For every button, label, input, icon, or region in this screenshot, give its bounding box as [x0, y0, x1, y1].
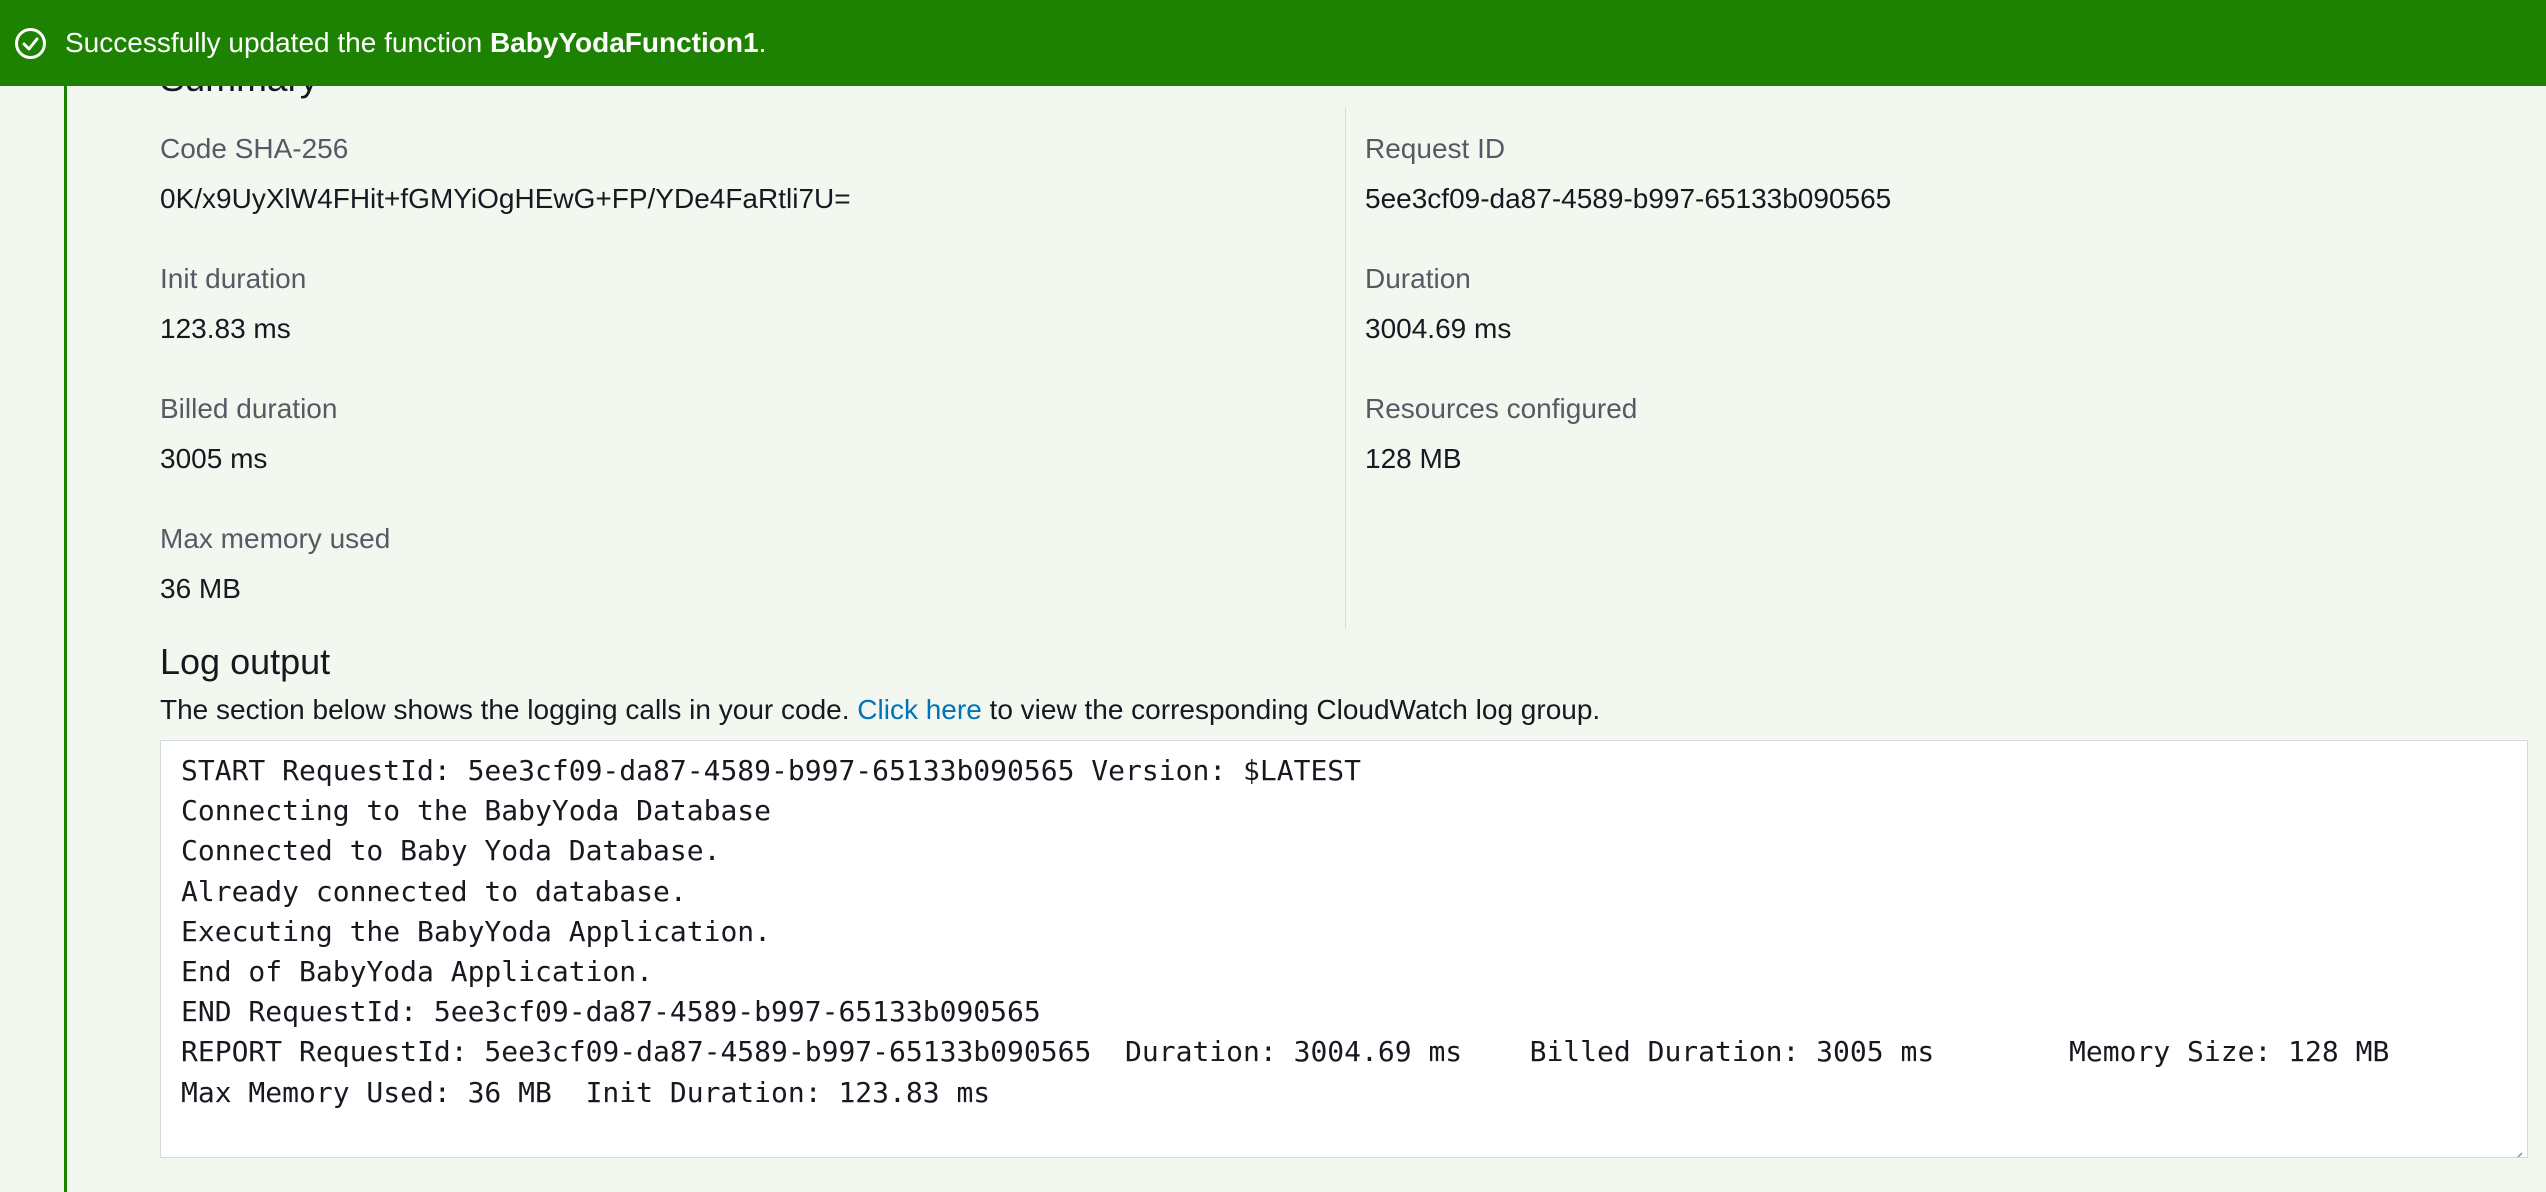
duration-field: Duration 3004.69 ms: [1365, 238, 2465, 368]
banner-function-name: BabyYodaFunction1: [489, 27, 759, 58]
code-sha256-value: 0K/x9UyXlW4FHit+fGMYiOgHEwG+FP/YDe4FaRtl…: [160, 183, 851, 214]
log-line: Connecting to the BabyYoda Database: [181, 794, 772, 828]
cloudwatch-link[interactable]: Click here: [857, 694, 981, 725]
log-line: Executing the BabyYoda Application.: [181, 914, 772, 948]
resources-configured-label: Resources configured: [1365, 393, 1638, 424]
duration-value: 3004.69 ms: [1365, 313, 1512, 344]
billed-duration-value: 3005 ms: [160, 443, 268, 474]
left-accent-bar: [64, 0, 67, 1192]
log-desc-suffix: to view the corresponding CloudWatch log…: [981, 694, 1601, 725]
log-line: Connected to Baby Yoda Database.: [181, 834, 721, 868]
resize-handle-icon[interactable]: [2507, 1137, 2523, 1157]
code-sha256-label: Code SHA-256: [160, 133, 349, 164]
log-line: END RequestId: 5ee3cf09-da87-4589-b997-6…: [181, 995, 1041, 1029]
page: Summary Successfully updated the functio…: [0, 0, 2546, 1192]
request-id-value: 5ee3cf09-da87-4589-b997-65133b090565: [1365, 183, 1892, 214]
log-line: Max Memory Used: 36 MB Init Duration: 12…: [181, 1075, 991, 1109]
summary-right-column: Request ID 5ee3cf09-da87-4589-b997-65133…: [1365, 108, 2465, 498]
duration-label: Duration: [1365, 263, 1471, 294]
billed-duration-label: Billed duration: [160, 393, 338, 424]
log-output-title: Log output: [160, 641, 331, 682]
banner-message-suffix: .: [758, 27, 767, 58]
log-line: REPORT RequestId: 5ee3cf09-da87-4589-b99…: [181, 1035, 2390, 1069]
log-line: Already connected to database.: [181, 874, 687, 908]
log-line: End of BabyYoda Application.: [181, 955, 654, 989]
request-id-field: Request ID 5ee3cf09-da87-4589-b997-65133…: [1365, 108, 2465, 238]
max-memory-used-value: 36 MB: [160, 573, 241, 604]
column-divider: [1345, 108, 1346, 628]
max-memory-used-label: Max memory used: [160, 523, 391, 554]
banner-message-prefix: Successfully updated the function: [65, 27, 490, 58]
resources-configured-field: Resources configured 128 MB: [1365, 368, 2465, 498]
banner-message: Successfully updated the function BabyYo…: [65, 26, 766, 60]
log-output-description: The section below shows the logging call…: [160, 692, 1600, 728]
max-memory-used-field: Max memory used 36 MB: [160, 498, 1340, 628]
check-circle-icon: [14, 27, 47, 60]
log-desc-prefix: The section below shows the logging call…: [160, 694, 858, 725]
log-output-textarea[interactable]: START RequestId: 5ee3cf09-da87-4589-b997…: [160, 740, 2528, 1158]
summary-left-column: Code SHA-256 0K/x9UyXlW4FHit+fGMYiOgHEwG…: [160, 108, 1340, 628]
summary-grid: Code SHA-256 0K/x9UyXlW4FHit+fGMYiOgHEwG…: [160, 108, 2530, 628]
init-duration-label: Init duration: [160, 263, 307, 294]
request-id-label: Request ID: [1365, 133, 1506, 164]
log-line: START RequestId: 5ee3cf09-da87-4589-b997…: [181, 754, 1362, 787]
billed-duration-field: Billed duration 3005 ms: [160, 368, 1340, 498]
init-duration-value: 123.83 ms: [160, 313, 291, 344]
resources-configured-value: 128 MB: [1365, 443, 1462, 474]
init-duration-field: Init duration 123.83 ms: [160, 238, 1340, 368]
code-sha256-field: Code SHA-256 0K/x9UyXlW4FHit+fGMYiOgHEwG…: [160, 108, 1340, 238]
success-banner: Successfully updated the function BabyYo…: [0, 0, 2546, 86]
